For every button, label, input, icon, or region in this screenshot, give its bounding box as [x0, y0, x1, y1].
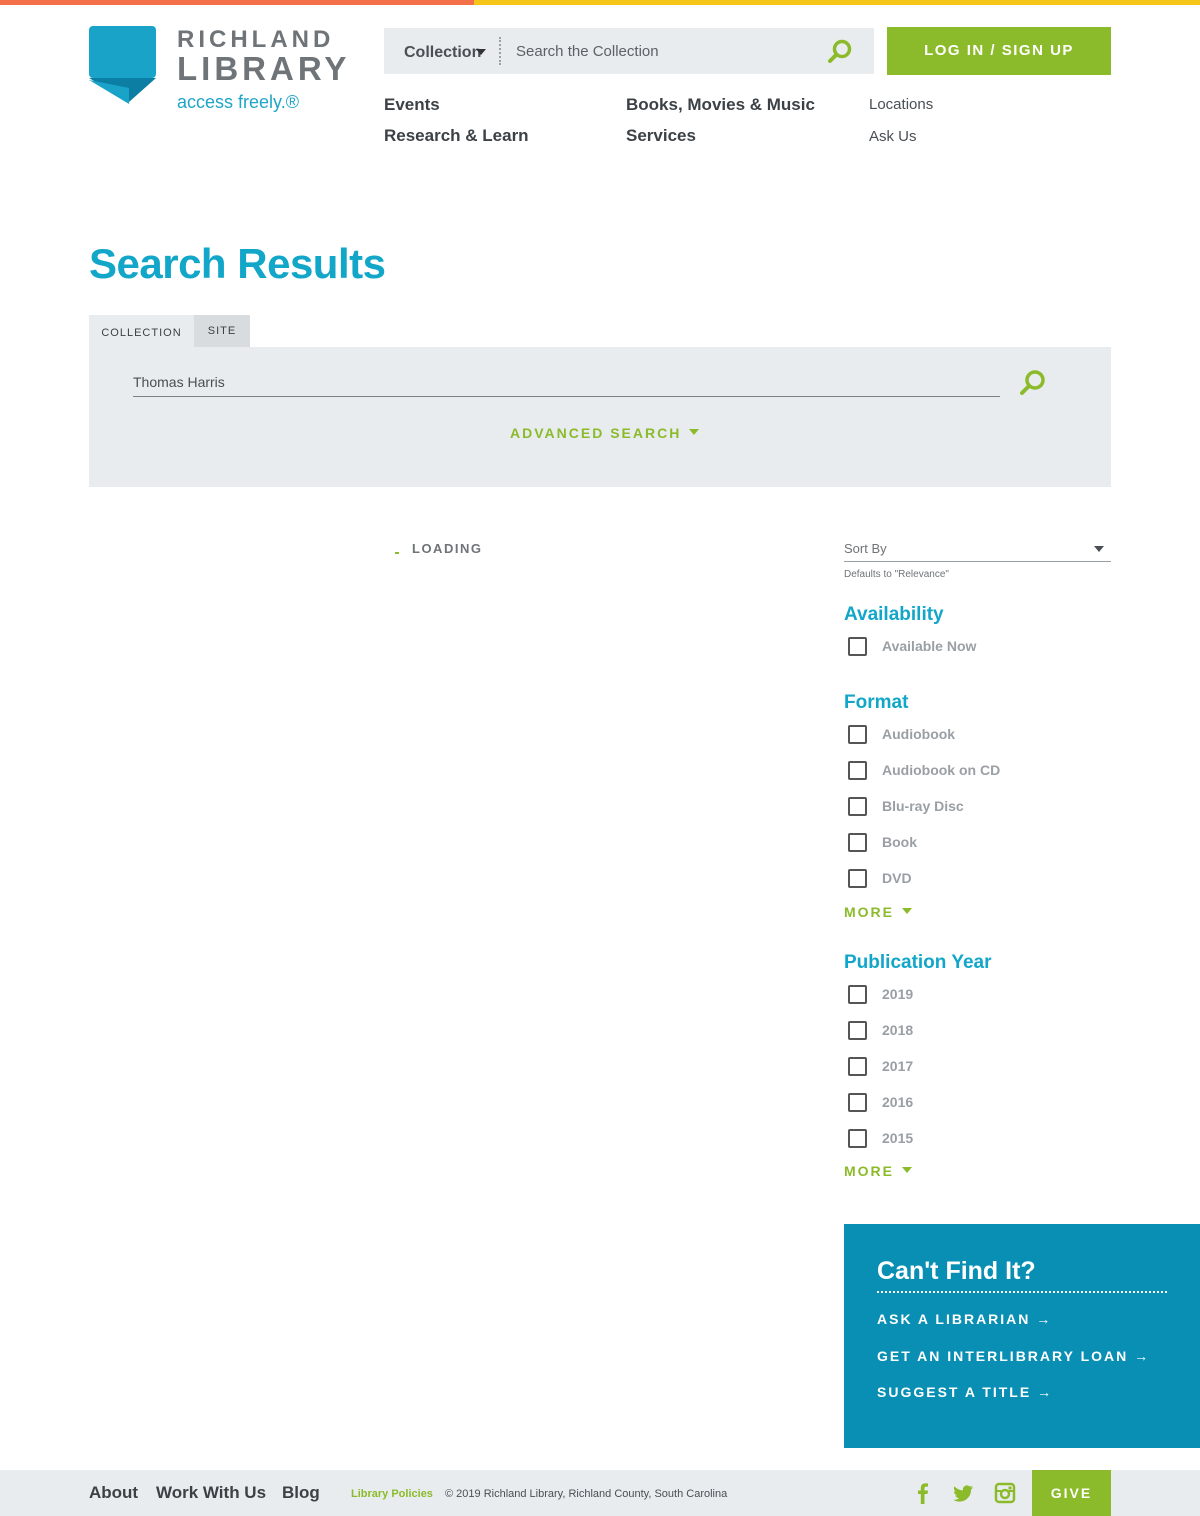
- facet-title-availability: Availability: [844, 604, 944, 625]
- checkbox[interactable]: [848, 984, 867, 1004]
- footer-about-link[interactable]: About: [89, 1483, 138, 1503]
- facet-option[interactable]: Audiobook on CD: [848, 760, 1000, 780]
- logo-tagline: access freely.®: [177, 92, 299, 112]
- page-title: Search Results: [89, 240, 386, 287]
- sort-hint: Defaults to "Relevance": [844, 569, 949, 580]
- instagram-icon[interactable]: [994, 1482, 1016, 1504]
- sort-by-select[interactable]: Sort By: [844, 538, 1111, 562]
- more-label: MORE: [844, 904, 894, 920]
- ask-a-librarian-link[interactable]: ASK A LIBRARIAN →: [877, 1311, 1052, 1327]
- loading-spinner: [395, 552, 399, 554]
- checkbox[interactable]: [848, 1128, 867, 1148]
- sort-by-label: Sort By: [844, 541, 887, 556]
- site-footer: About Work With Us Blog Library Policies…: [0, 1470, 1200, 1516]
- dotted-divider: [877, 1291, 1167, 1293]
- facet-option-label: Blu-ray Disc: [882, 798, 964, 814]
- search-tabs: COLLECTION SITE: [89, 315, 250, 347]
- top-bar-yellow: [474, 0, 1200, 5]
- login-signup-button[interactable]: LOG IN / SIGN UP: [887, 27, 1111, 75]
- interlibrary-loan-link[interactable]: GET AN INTERLIBRARY LOAN →: [877, 1348, 1150, 1364]
- search-icon[interactable]: [1019, 369, 1047, 397]
- cant-find-it-panel: Can't Find It? ASK A LIBRARIAN → GET AN …: [844, 1224, 1200, 1448]
- top-color-bar: [0, 0, 1200, 5]
- nav-locations[interactable]: Locations: [869, 96, 933, 113]
- facet-option[interactable]: Available Now: [848, 636, 976, 656]
- facet-option[interactable]: 2015: [848, 1128, 913, 1148]
- chevron-down-icon: [689, 429, 700, 435]
- tab-site[interactable]: SITE: [194, 315, 250, 347]
- facet-option[interactable]: Blu-ray Disc: [848, 796, 964, 816]
- checkbox[interactable]: [848, 1056, 867, 1076]
- advanced-search-label: ADVANCED SEARCH: [510, 425, 682, 441]
- checkbox[interactable]: [848, 724, 867, 744]
- facet-option-label: 2015: [882, 1130, 914, 1146]
- search-icon[interactable]: [827, 39, 853, 65]
- footer-blog-link[interactable]: Blog: [282, 1483, 320, 1503]
- nav-ask-us[interactable]: Ask Us: [869, 128, 917, 145]
- facet-option-label: DVD: [882, 870, 912, 886]
- checkbox[interactable]: [848, 796, 867, 816]
- cant-find-it-title: Can't Find It?: [877, 1257, 1036, 1285]
- chevron-down-icon: [1094, 546, 1104, 552]
- checkbox[interactable]: [848, 832, 867, 852]
- twitter-icon[interactable]: [952, 1482, 974, 1504]
- suggest-a-title-link[interactable]: SUGGEST A TITLE →: [877, 1384, 1053, 1400]
- footer-library-policies-link[interactable]: Library Policies: [351, 1488, 433, 1500]
- facet-option-label: 2016: [882, 1094, 914, 1110]
- facet-option-label: Book: [882, 834, 917, 850]
- facebook-icon[interactable]: [912, 1482, 934, 1504]
- nav-events[interactable]: Events: [384, 95, 440, 115]
- footer-copyright: © 2019 Richland Library, Richland County…: [445, 1488, 728, 1500]
- header-search-input[interactable]: Search the Collection: [516, 43, 659, 60]
- loading-label: LOADING: [412, 541, 483, 556]
- logo-text-library: LIBRARY: [177, 50, 351, 87]
- search-query-input[interactable]: Thomas Harris: [133, 373, 1000, 397]
- facet-option-label: 2019: [882, 986, 914, 1002]
- top-bar-orange: [0, 0, 474, 5]
- checkbox[interactable]: [848, 1092, 867, 1112]
- facet-option[interactable]: DVD: [848, 868, 912, 888]
- facet-option[interactable]: 2018: [848, 1020, 913, 1040]
- footer-work-with-us-link[interactable]: Work With Us: [156, 1483, 266, 1503]
- tab-collection[interactable]: COLLECTION: [89, 315, 194, 347]
- nav-research-learn[interactable]: Research & Learn: [384, 126, 529, 146]
- checkbox[interactable]: [848, 636, 867, 656]
- chevron-down-icon: [476, 49, 486, 55]
- give-button[interactable]: GIVE: [1032, 1470, 1111, 1516]
- facet-option-label: 2018: [882, 1022, 914, 1038]
- checkbox[interactable]: [848, 868, 867, 888]
- nav-services[interactable]: Services: [626, 126, 696, 146]
- facet-option[interactable]: 2019: [848, 984, 913, 1004]
- facet-option-label: Audiobook: [882, 726, 956, 742]
- facet-option[interactable]: 2017: [848, 1056, 913, 1076]
- chevron-down-icon: [902, 1167, 912, 1173]
- search-panel: Thomas Harris ADVANCED SEARCH: [89, 347, 1111, 487]
- facet-option-label: 2017: [882, 1058, 914, 1074]
- facet-option-label: Audiobook on CD: [882, 762, 1001, 778]
- checkbox[interactable]: [848, 760, 867, 780]
- search-scope-select[interactable]: Collection: [404, 44, 481, 62]
- richland-library-logo-mark: [89, 26, 156, 104]
- advanced-search-toggle[interactable]: ADVANCED SEARCH: [510, 425, 700, 441]
- checkbox[interactable]: [848, 1020, 867, 1040]
- format-more-toggle[interactable]: MORE: [844, 904, 912, 920]
- facet-title-format: Format: [844, 692, 909, 713]
- facet-title-publication-year: Publication Year: [844, 952, 992, 973]
- more-label: MORE: [844, 1163, 894, 1179]
- facet-option-label: Available Now: [882, 638, 977, 654]
- chevron-down-icon: [902, 908, 912, 914]
- site-logo[interactable]: RICHLAND LIBRARY access freely.®: [89, 26, 349, 116]
- facet-option[interactable]: Book: [848, 832, 917, 852]
- search-divider: [499, 37, 501, 65]
- facet-option[interactable]: Audiobook: [848, 724, 955, 744]
- nav-books-movies-music[interactable]: Books, Movies & Music: [626, 95, 815, 115]
- facet-option[interactable]: 2016: [848, 1092, 913, 1112]
- year-more-toggle[interactable]: MORE: [844, 1163, 912, 1179]
- header-search-bar: Collection Search the Collection: [384, 28, 874, 74]
